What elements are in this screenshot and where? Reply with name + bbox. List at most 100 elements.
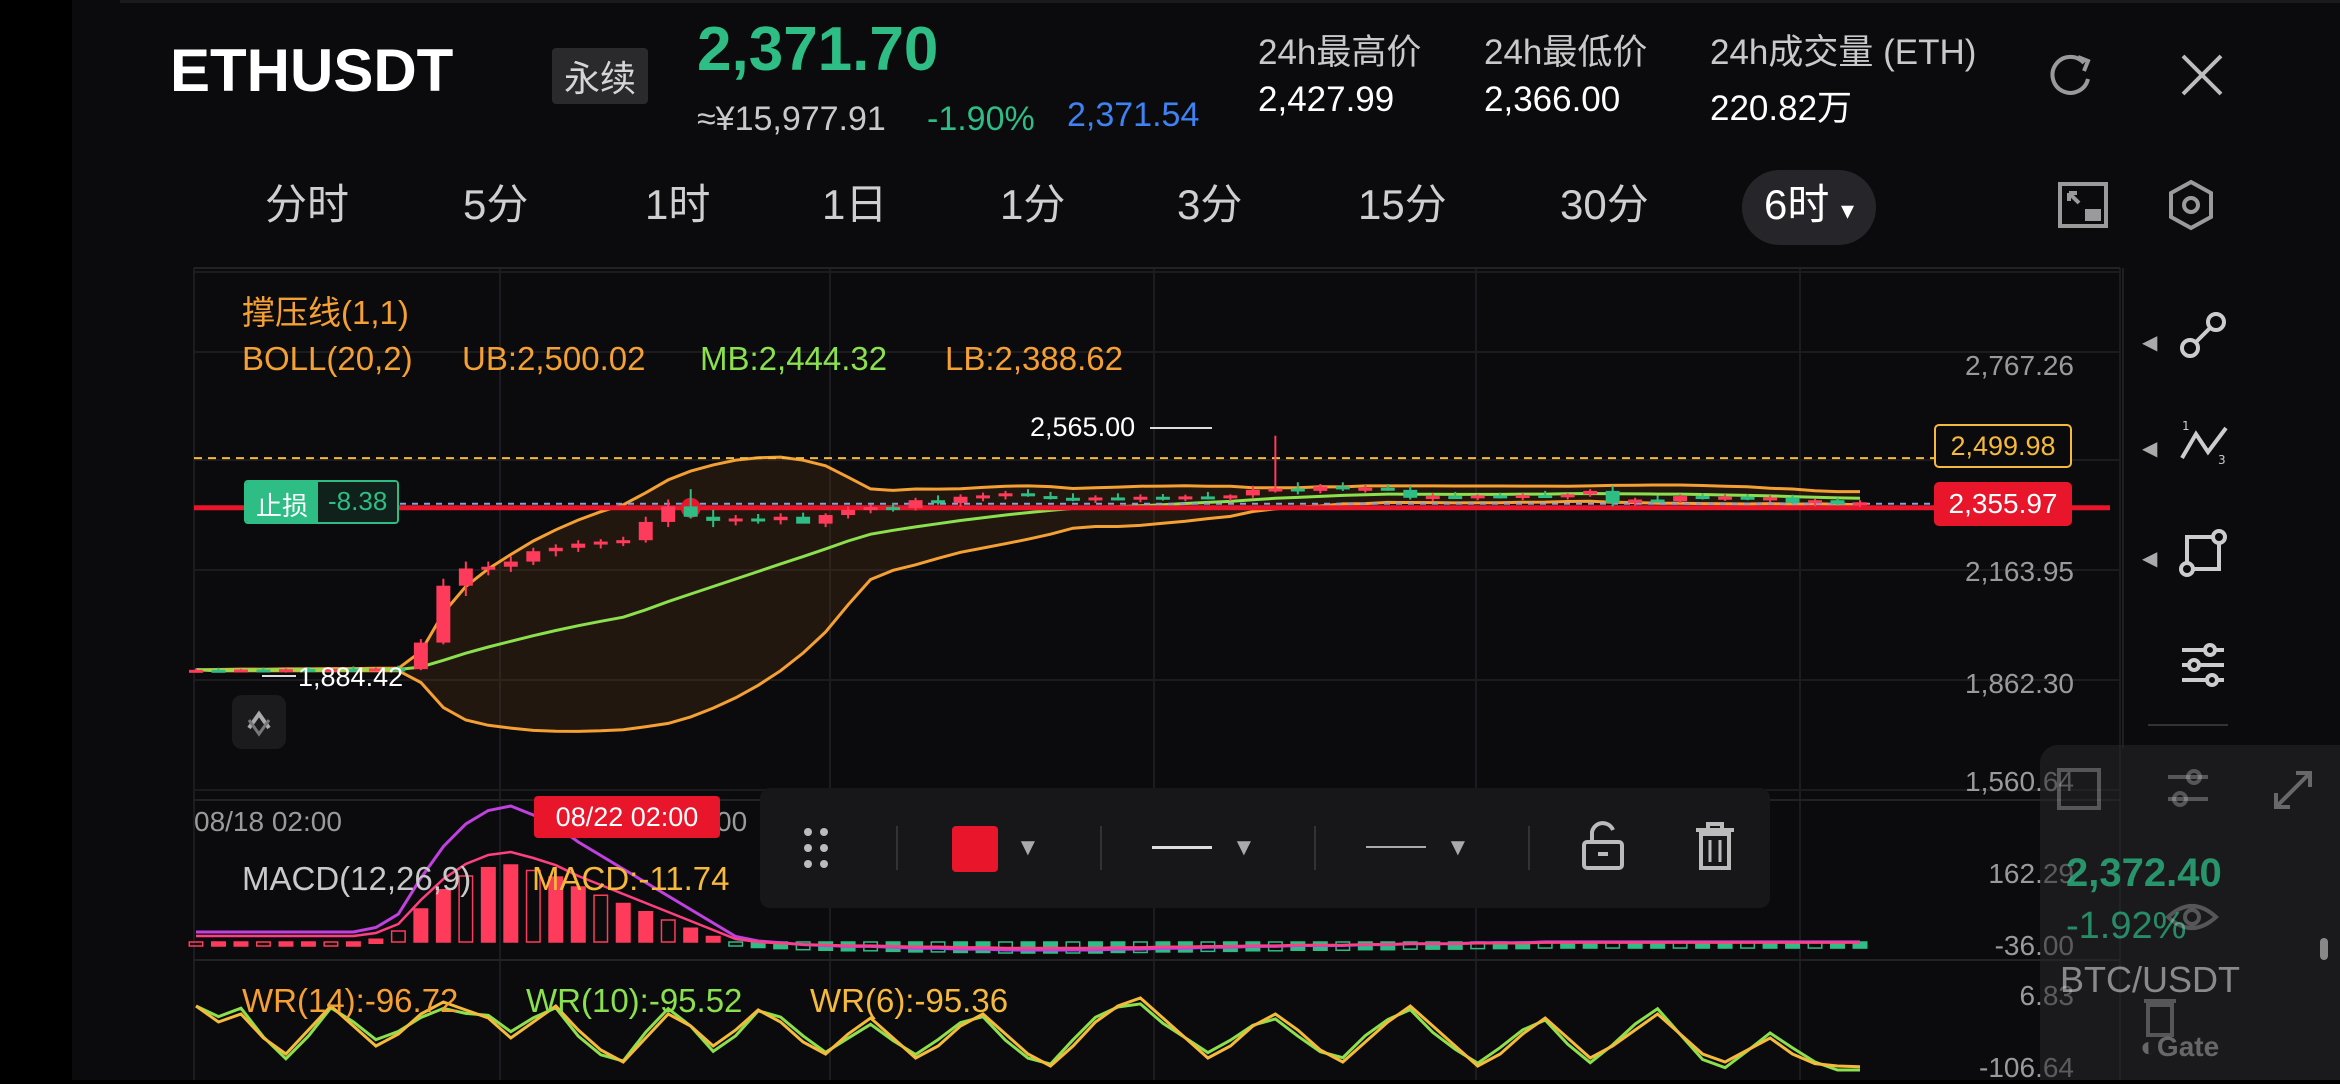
candle-body xyxy=(526,551,541,562)
gate-logo: ◐Gate xyxy=(2140,1031,2219,1063)
shape-tool-icon[interactable] xyxy=(2178,528,2228,583)
candle-body xyxy=(481,566,496,570)
stop-loss-tag[interactable]: 止损 -8.38 xyxy=(244,480,400,524)
wave-tool-icon[interactable]: 13 xyxy=(2178,418,2230,473)
candle-body xyxy=(1493,495,1508,499)
candle-body xyxy=(211,669,226,673)
candle-body xyxy=(728,518,743,522)
high-price-label: 2,565.00 xyxy=(1030,412,1136,442)
candle-body xyxy=(1043,496,1058,500)
trend-line-tool-icon[interactable] xyxy=(2178,310,2228,365)
candle-body xyxy=(278,669,293,673)
macd-bar xyxy=(368,938,384,944)
macd-bar xyxy=(345,941,361,947)
line-style-icon[interactable] xyxy=(1366,846,1426,848)
x-tick: 08/18 02:00 xyxy=(194,806,342,837)
candle-body xyxy=(1718,496,1733,500)
y-tick: 1,862.30 xyxy=(1965,668,2074,699)
tradingview-logo-icon[interactable] xyxy=(232,695,286,749)
x-tick: 00 xyxy=(716,806,748,837)
candle-body xyxy=(1335,486,1350,490)
candle-body xyxy=(818,515,833,524)
candle-body xyxy=(1268,488,1283,492)
candle-body xyxy=(1200,496,1215,500)
scrollbar-thumb[interactable] xyxy=(2320,938,2328,960)
candle-body xyxy=(638,521,653,541)
candle-body xyxy=(841,509,856,516)
macd-bar xyxy=(278,941,294,947)
unlock-icon[interactable] xyxy=(1580,820,1626,877)
candle-body xyxy=(458,568,473,586)
candle-body xyxy=(908,500,923,509)
chevron-down-icon[interactable]: ▼ xyxy=(1232,834,1256,862)
stop-loss-value: -8.38 xyxy=(318,482,398,522)
toolbar-divider xyxy=(1528,826,1530,870)
support-line-legend: 撑压线(1,1) xyxy=(242,294,409,331)
candle-body xyxy=(1133,496,1148,500)
candle-body xyxy=(796,516,811,524)
svg-text:3: 3 xyxy=(2218,453,2226,467)
wr10-legend: WR(10):-95.52 xyxy=(526,982,743,1019)
candle-body xyxy=(1583,490,1598,495)
tools-divider xyxy=(2148,724,2228,726)
current-price-tag: 2,355.97 xyxy=(1934,482,2072,526)
macd-bar xyxy=(638,911,654,943)
candle-body xyxy=(1155,496,1170,500)
candle-body xyxy=(1110,497,1125,501)
eye-icon[interactable] xyxy=(2164,897,2220,942)
candle-body xyxy=(1628,499,1643,503)
drag-handle-icon[interactable] xyxy=(800,826,832,875)
gate-logo-text: Gate xyxy=(2156,1031,2220,1062)
candle-body xyxy=(503,561,518,567)
candle-body xyxy=(436,585,451,643)
expand-arrow-icon[interactable]: ◀ xyxy=(2142,330,2157,355)
candle-body xyxy=(593,541,608,545)
toolbar-divider xyxy=(896,826,898,870)
macd-bar xyxy=(255,941,271,947)
macd-bar xyxy=(233,941,249,947)
layout-icon[interactable] xyxy=(2056,767,2102,816)
macd-bar xyxy=(503,864,519,943)
kline-chart[interactable] xyxy=(0,0,2340,1080)
macd-bar xyxy=(705,935,721,943)
candle-body xyxy=(953,496,968,503)
candle-body xyxy=(1403,489,1418,498)
macd-bar xyxy=(188,941,204,947)
boll-ub: UB:2,500.02 xyxy=(462,340,646,377)
candle-body xyxy=(1763,497,1778,501)
gate-logo-mark-icon: ◐ xyxy=(2140,1031,2157,1062)
candle-body xyxy=(751,518,766,522)
boll-lb: LB:2,388.62 xyxy=(945,340,1123,377)
macd-bar xyxy=(683,927,699,943)
candle-body xyxy=(1785,497,1800,503)
candle-body xyxy=(1515,495,1530,499)
trash-icon[interactable] xyxy=(1692,820,1738,877)
candle-body xyxy=(1021,493,1035,497)
chevron-down-icon[interactable]: ▼ xyxy=(1446,834,1470,862)
toolbar-divider xyxy=(1314,826,1316,870)
macd-bar xyxy=(300,941,316,947)
color-swatch[interactable] xyxy=(952,826,998,872)
candle-body xyxy=(1448,496,1463,500)
expand-arrow-icon[interactable]: ◀ xyxy=(2142,436,2157,461)
floating-ticker-card[interactable]: 2,372.40 -1.92% BTC/USDT ◐Gate xyxy=(2040,745,2340,1080)
candle-body xyxy=(1358,487,1373,491)
adjust-sliders-icon[interactable] xyxy=(2164,765,2212,816)
candle-body xyxy=(1223,495,1238,499)
macd-bar xyxy=(728,941,744,947)
crosshair-time-label: 08/22 02:00 xyxy=(534,796,720,838)
adjust-sliders-icon[interactable] xyxy=(2178,640,2228,695)
wr14-legend: WR(14):-96.72 xyxy=(242,982,459,1019)
expand-icon[interactable] xyxy=(2272,769,2314,816)
chevron-down-icon[interactable]: ▼ xyxy=(1016,834,1040,862)
candle-body xyxy=(661,506,676,522)
macd-legend: MACD(12,26,9) xyxy=(242,860,472,897)
macd-bar xyxy=(413,908,429,943)
candle-body xyxy=(1088,497,1103,501)
candle-body xyxy=(548,547,563,552)
candle-body xyxy=(931,500,946,504)
expand-arrow-icon[interactable]: ◀ xyxy=(2142,546,2157,571)
macd-bar xyxy=(615,902,631,943)
line-width-icon[interactable] xyxy=(1152,846,1212,849)
macd-bar xyxy=(323,941,339,947)
